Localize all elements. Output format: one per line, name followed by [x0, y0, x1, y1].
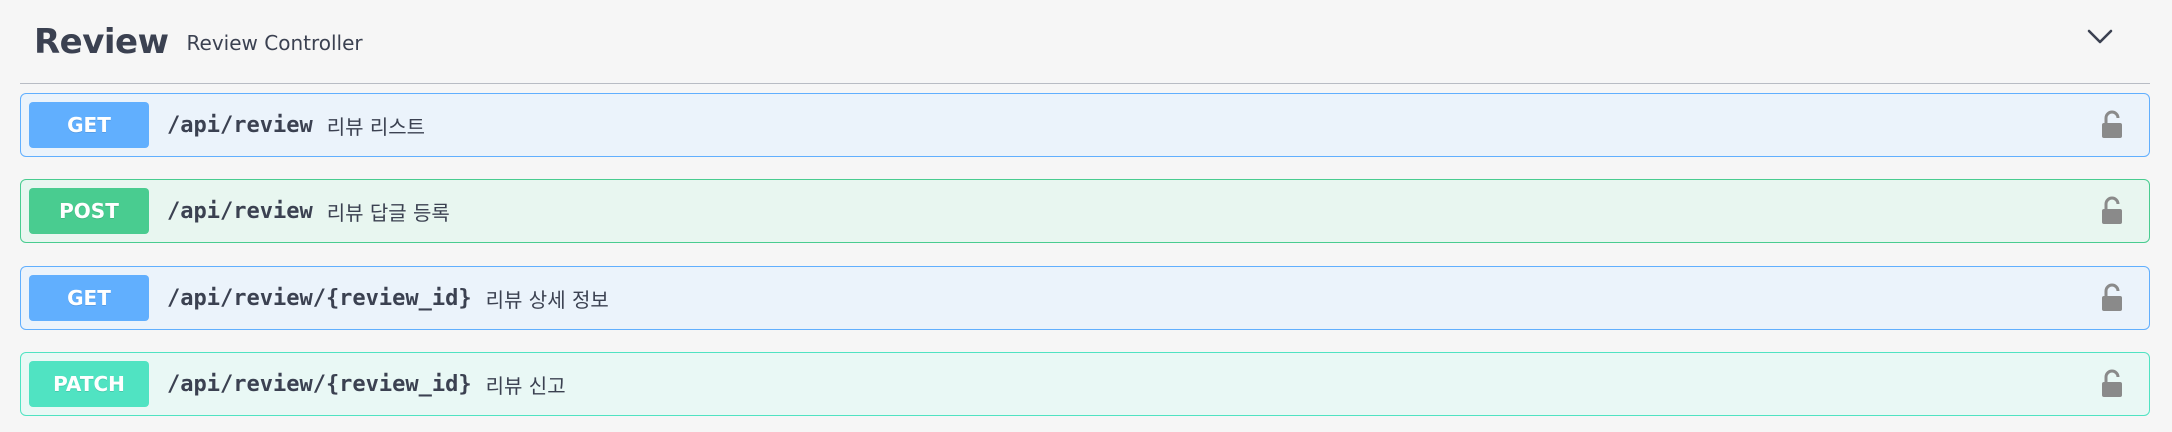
operation-summary: 리뷰 상세 정보: [485, 287, 609, 312]
operation-get-review-detail[interactable]: GET /api/review/{review_id} 리뷰 상세 정보: [20, 266, 2150, 330]
tag-header-review[interactable]: Review Review Controller: [20, 0, 2150, 84]
operation-summary: 리뷰 신고: [485, 373, 566, 398]
tag-description: Review Controller: [186, 30, 363, 55]
operation-path: /api/review/{review_id}: [167, 285, 472, 311]
swagger-page: Review Review Controller GET /api/review…: [0, 0, 2172, 432]
chevron-down-icon[interactable]: [2080, 22, 2120, 52]
operation-get-review-list[interactable]: GET /api/review 리뷰 리스트: [20, 93, 2150, 157]
method-badge-post: POST: [29, 188, 149, 234]
method-badge-patch: PATCH: [29, 361, 149, 407]
unlocked-lock-icon[interactable]: [2097, 368, 2127, 400]
operation-path: /api/review: [167, 112, 313, 138]
operation-path: /api/review/{review_id}: [167, 371, 472, 397]
operation-post-review-reply[interactable]: POST /api/review 리뷰 답글 등록: [20, 179, 2150, 243]
unlocked-lock-icon[interactable]: [2097, 195, 2127, 227]
method-badge-get: GET: [29, 102, 149, 148]
unlocked-lock-icon[interactable]: [2097, 282, 2127, 314]
operation-patch-review-report[interactable]: PATCH /api/review/{review_id} 리뷰 신고: [20, 352, 2150, 416]
method-badge-get: GET: [29, 275, 149, 321]
operation-summary: 리뷰 리스트: [326, 114, 426, 139]
operation-summary: 리뷰 답글 등록: [326, 200, 450, 225]
unlocked-lock-icon[interactable]: [2097, 109, 2127, 141]
tag-title: Review: [34, 21, 169, 62]
operation-path: /api/review: [167, 198, 313, 224]
